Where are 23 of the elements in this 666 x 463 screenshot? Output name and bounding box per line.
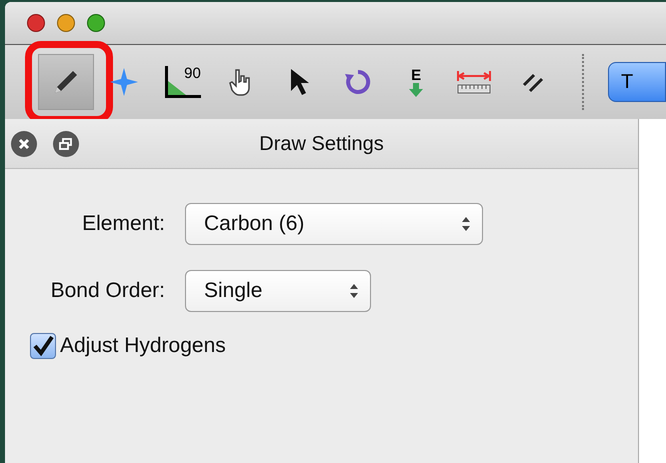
field-label: Bond Order: <box>50 278 166 304</box>
up-down-arrows-icon <box>350 284 358 298</box>
cursor-arrow-icon <box>289 68 310 96</box>
dropdown[interactable]: Carbon (6) <box>185 203 483 245</box>
float-panel-icon[interactable] <box>53 131 79 157</box>
tool-button[interactable]: E <box>391 57 442 107</box>
field-label: Element: <box>81 211 166 238</box>
tool-button[interactable]: 90 <box>158 57 208 107</box>
zoom-window-icon[interactable] <box>87 14 105 32</box>
minimize-window-icon[interactable] <box>57 14 75 32</box>
up-down-arrows-icon <box>462 217 470 231</box>
close-window-icon[interactable] <box>27 14 45 32</box>
align-lines-icon <box>522 71 544 93</box>
panel-title: Draw Settings <box>259 132 384 156</box>
tool-button[interactable] <box>38 54 94 110</box>
sparkle-icon <box>110 68 138 96</box>
ruler-icon <box>457 69 492 95</box>
checkbox-label: Adjust Hydrogens <box>60 333 226 359</box>
close-panel-icon[interactable] <box>11 131 37 157</box>
tool-button[interactable]: T <box>608 62 666 102</box>
dropdown[interactable]: Single <box>185 270 371 312</box>
rotate-icon <box>344 68 372 96</box>
checkbox[interactable] <box>30 332 56 359</box>
